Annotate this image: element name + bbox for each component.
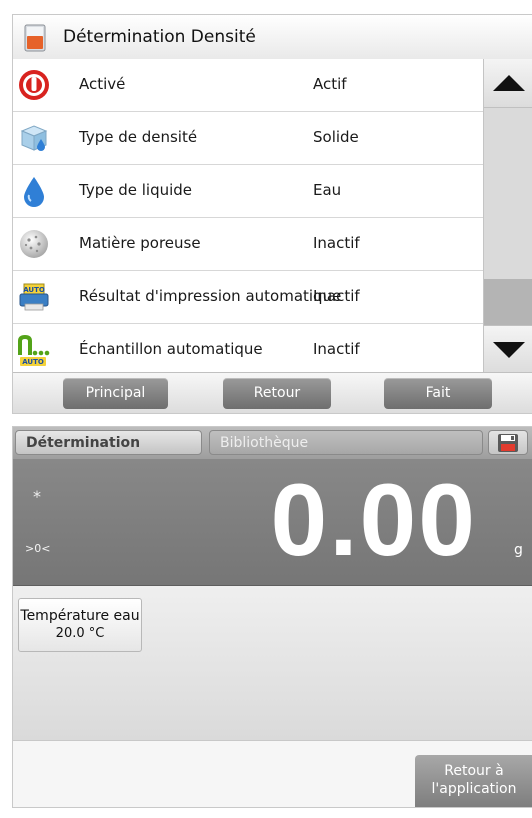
water-drop-icon — [24, 177, 44, 207]
weight-reading: 0.00 — [270, 463, 477, 577]
setting-value: Actif — [313, 75, 347, 93]
weight-display: * >0< 0.00 g — [13, 459, 532, 586]
water-temperature-button[interactable]: Température eau 20.0 °C — [18, 598, 142, 652]
auto-print-icon: AUTO — [19, 283, 49, 311]
density-beaker-icon — [24, 24, 46, 52]
setting-label: Matière poreuse — [79, 234, 201, 252]
setting-value: Inactif — [313, 234, 360, 252]
return-to-application-button[interactable]: Retour à l'application — [415, 755, 532, 807]
return-button-line1: Retour à — [444, 763, 504, 779]
svg-text:AUTO: AUTO — [23, 286, 45, 294]
auto-sample-icon: AUTO — [18, 334, 50, 366]
done-button[interactable]: Fait — [384, 378, 492, 409]
main-button[interactable]: Principal — [63, 378, 168, 409]
porous-sphere-icon — [20, 230, 48, 258]
setting-row-density-type[interactable]: Type de densité Solide — [13, 112, 483, 165]
setting-label: Échantillon automatique — [79, 340, 263, 358]
setting-row-liquid-type[interactable]: Type de liquide Eau — [13, 165, 483, 218]
setting-value: Inactif — [313, 340, 360, 358]
bottom-action-bar: Retour à l'application — [13, 741, 532, 807]
setting-row-auto-print[interactable]: AUTO Résultat d'impression automatique I… — [13, 271, 483, 324]
back-button[interactable]: Retour — [223, 378, 331, 409]
settings-panel: Détermination Densité Activé Actif Type … — [12, 14, 532, 414]
settings-footer: Principal Retour Fait — [13, 372, 532, 413]
setting-label: Activé — [79, 75, 126, 93]
settings-header: Détermination Densité — [13, 15, 532, 60]
solid-cube-icon — [20, 125, 48, 151]
scroll-up-button[interactable] — [484, 59, 532, 108]
settings-title: Détermination Densité — [63, 27, 256, 47]
center-of-zero-indicator: >0< — [25, 542, 51, 555]
scroll-down-button[interactable] — [484, 325, 532, 373]
tab-density-determination[interactable]: Détermination Densité — [15, 430, 202, 476]
arrow-up-icon — [493, 75, 525, 91]
arrow-down-icon — [493, 342, 525, 358]
stability-indicator: * — [33, 487, 41, 506]
settings-scrollbar[interactable] — [483, 59, 532, 373]
application-info-area: Température eau 20.0 °C — [13, 586, 532, 741]
setting-value: Eau — [313, 181, 342, 199]
setting-value: Inactif — [313, 287, 360, 305]
save-button[interactable] — [488, 430, 528, 455]
water-temperature-label: Température eau — [20, 608, 140, 624]
setting-row-auto-sample[interactable]: AUTO Échantillon automatique Inactif — [13, 324, 483, 372]
application-tab-bar: Détermination Densité Bibliothèque — [13, 427, 532, 476]
scroll-thumb[interactable] — [484, 279, 532, 325]
floppy-disk-icon — [498, 434, 518, 452]
return-button-line2: l'application — [431, 781, 517, 797]
setting-label: Résultat d'impression automatique — [79, 287, 342, 305]
weight-unit: g — [514, 542, 523, 558]
water-temperature-value: 20.0 °C — [55, 626, 105, 641]
tab-library[interactable]: Bibliothèque — [209, 430, 483, 455]
power-icon — [19, 70, 49, 100]
svg-text:AUTO: AUTO — [22, 358, 44, 366]
setting-row-porous-material[interactable]: Matière poreuse Inactif — [13, 218, 483, 271]
setting-label: Type de densité — [79, 128, 198, 146]
main-screen-panel: Détermination Densité Bibliothèque * >0<… — [12, 426, 532, 808]
setting-label: Type de liquide — [79, 181, 193, 199]
setting-value: Solide — [313, 128, 359, 146]
setting-row-enabled[interactable]: Activé Actif — [13, 59, 483, 112]
